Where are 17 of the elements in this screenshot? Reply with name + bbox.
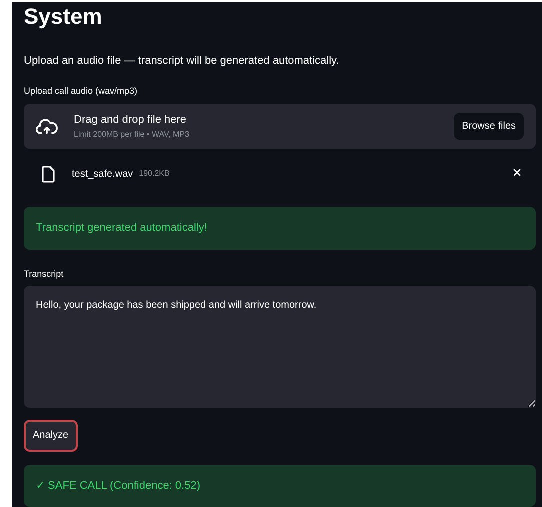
file-name: test_safe.wav: [72, 168, 134, 182]
dropzone-hint: Limit 200MB per file • WAV, MP3: [74, 130, 190, 140]
intro-text: Upload an audio file — transcript will be generated automatically.: [24, 54, 340, 68]
success-message: Transcript generated automatically!: [24, 207, 536, 250]
result-message: ✓ SAFE CALL (Confidence: 0.52): [24, 464, 536, 507]
file-size: 190.2KB: [139, 168, 170, 180]
browse-files-button[interactable]: Browse files: [454, 113, 524, 140]
remove-file-button[interactable]: ×: [512, 166, 522, 182]
dropzone-title: Drag and drop file here: [74, 114, 188, 127]
cloud-upload-icon: [36, 118, 58, 136]
analyze-button[interactable]: Analyze: [24, 420, 78, 452]
dropzone[interactable]: Drag and drop file here Limit 200MB per file • WAV, MP3 Browse files: [24, 104, 536, 150]
transcript-field[interactable]: Hello, your package has been shipped and will arrive tomorrow.: [24, 286, 536, 408]
transcript-label: Transcript: [24, 268, 64, 280]
upload-label: Upload call audio (wav/mp3): [24, 85, 138, 97]
file-icon: [42, 166, 55, 183]
page-title: System: [24, 4, 104, 30]
